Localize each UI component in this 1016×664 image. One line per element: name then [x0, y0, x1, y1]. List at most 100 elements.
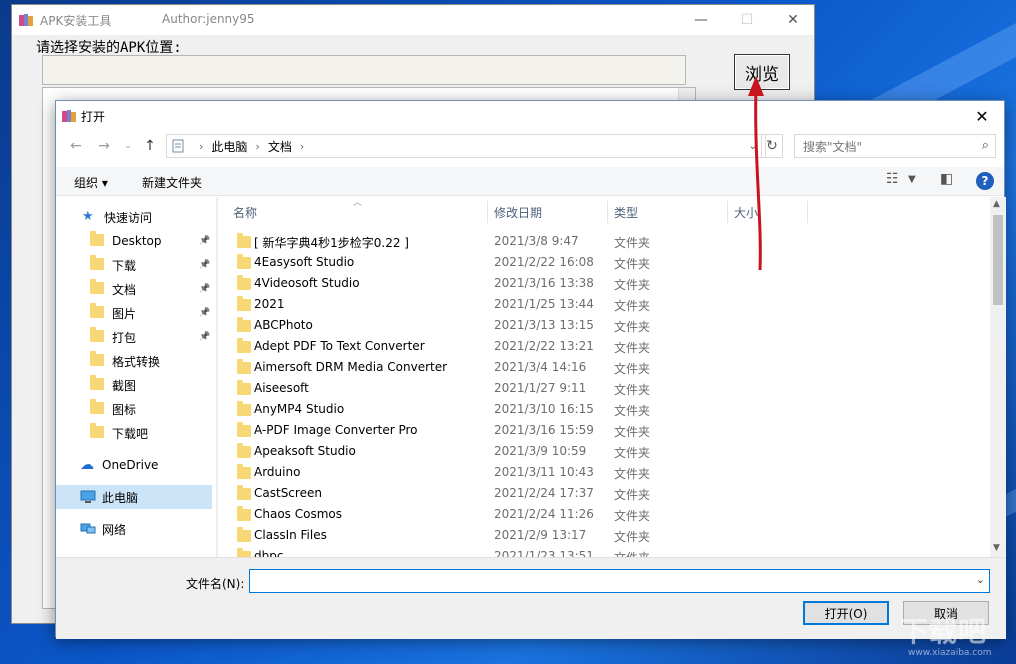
apk-close-button[interactable]: ✕ — [770, 5, 816, 35]
file-row[interactable]: Aimersoft DRM Media Converter 2021/3/4 14… — [218, 357, 988, 378]
apk-path-field[interactable] — [42, 55, 686, 85]
nav-label: 文档 — [112, 282, 137, 297]
annotation-arrow — [748, 76, 764, 271]
file-row[interactable]: Arduino 2021/3/11 10:43 文件夹 — [218, 462, 988, 483]
recent-locations-button[interactable]: ⌄ — [118, 136, 138, 156]
file-date: 2021/2/22 13:21 — [494, 339, 594, 353]
scroll-up-icon[interactable]: ▲ — [993, 199, 1000, 209]
file-row[interactable]: 2021 2021/1/25 13:44 文件夹 — [218, 294, 988, 315]
file-type: 文件夹 — [614, 446, 651, 460]
nav-label: 图标 — [112, 402, 137, 417]
nav-label: OneDrive — [102, 458, 159, 472]
column-header-name[interactable]: 名称 — [218, 201, 488, 223]
folder-icon — [90, 351, 106, 368]
apk-location-prompt: 请选择安装的APK位置: — [36, 40, 182, 56]
pin-icon[interactable]: 📌 — [199, 260, 210, 270]
view-dropdown-icon[interactable]: ▼ — [908, 174, 916, 185]
folder-icon — [237, 338, 251, 353]
folder-icon — [90, 231, 106, 248]
nav-onedrive[interactable]: ☁ OneDrive — [56, 453, 240, 477]
help-icon[interactable]: ? — [976, 172, 994, 190]
folder-icon — [237, 275, 251, 290]
file-name: Aiseesoft — [254, 381, 309, 395]
file-name: Aimersoft DRM Media Converter — [254, 360, 448, 374]
forward-button[interactable]: → — [94, 136, 114, 156]
dialog-close-button[interactable]: ✕ — [960, 101, 1004, 131]
watermark-logo: 下载吧 www.xiazaiba.com — [900, 610, 1012, 662]
file-type: 文件夹 — [614, 404, 651, 418]
folder-icon — [237, 359, 251, 374]
nav-label: 图片 — [112, 306, 137, 321]
star-icon: ★ — [82, 209, 94, 224]
folder-icon — [237, 296, 251, 311]
breadcrumb-documents[interactable]: 文档 — [268, 138, 292, 155]
filename-input[interactable]: ⌄ — [249, 569, 990, 593]
view-options-icon[interactable]: ☷ — [886, 171, 899, 187]
column-header-type[interactable]: 类型 — [608, 201, 728, 223]
arrow-up-icon: ↑ — [144, 138, 156, 154]
maximize-button[interactable]: ☐ — [724, 5, 770, 35]
file-row[interactable]: AnyMP4 Studio 2021/3/10 16:15 文件夹 — [218, 399, 988, 420]
nav-label: 此电脑 — [102, 490, 139, 505]
folder-icon — [237, 506, 251, 521]
nav-label: 打包 — [112, 330, 137, 345]
file-date: 2021/3/8 9:47 — [494, 234, 579, 248]
file-name: ClassIn Files — [254, 528, 327, 542]
breadcrumb-separator-icon: › — [299, 139, 305, 153]
scrollbar-thumb[interactable] — [993, 215, 1003, 305]
new-folder-button[interactable]: 新建文件夹 — [142, 174, 202, 191]
app-icon — [19, 14, 33, 26]
search-box[interactable]: 搜索"文档" ⌕ — [794, 134, 996, 158]
breadcrumb-this-pc[interactable]: 此电脑 — [211, 138, 247, 155]
dialog-titlebar[interactable]: 打开 ✕ — [56, 101, 1004, 131]
file-row[interactable]: dbpc 2021/1/23 13:51 文件夹 — [218, 546, 988, 557]
file-name: Apeaksoft Studio — [254, 444, 356, 458]
app-icon — [62, 110, 76, 122]
open-button[interactable]: 打开(O) — [803, 601, 889, 625]
nav-network[interactable]: 网络 — [56, 517, 240, 541]
pin-icon[interactable]: 📌 — [199, 284, 210, 294]
file-row[interactable]: Aiseesoft 2021/1/27 9:11 文件夹 — [218, 378, 988, 399]
organize-button[interactable]: 组织 ▾ — [74, 174, 108, 191]
file-row[interactable]: ClassIn Files 2021/2/9 13:17 文件夹 — [218, 525, 988, 546]
preview-pane-icon[interactable]: ◧ — [940, 171, 953, 187]
file-type: 文件夹 — [614, 488, 651, 502]
file-row[interactable]: 4Easysoft Studio 2021/2/22 16:08 文件夹 — [218, 252, 988, 273]
file-row[interactable]: Chaos Cosmos 2021/2/24 11:26 文件夹 — [218, 504, 988, 525]
file-date: 2021/1/27 9:11 — [494, 381, 587, 395]
watermark-text: 下载吧 — [900, 615, 988, 648]
file-row[interactable]: A-PDF Image Converter Pro 2021/3/16 15:59… — [218, 420, 988, 441]
folder-icon — [237, 485, 251, 500]
file-row[interactable]: 4Videosoft Studio 2021/3/16 13:38 文件夹 — [218, 273, 988, 294]
apk-titlebar[interactable]: APK安装工具 Author:jenny95 — ☐ ✕ — [12, 5, 814, 35]
file-row[interactable]: ABCPhoto 2021/3/13 13:15 文件夹 — [218, 315, 988, 336]
nav-this-pc[interactable]: 此电脑 — [56, 485, 212, 509]
arrow-left-icon: ← — [70, 138, 82, 154]
file-list-scrollbar[interactable]: ▲ ▼ — [990, 197, 1006, 557]
file-date: 2021/3/13 13:15 — [494, 318, 594, 332]
pin-icon[interactable]: 📌 — [199, 332, 210, 342]
nav-quick-access[interactable]: ★ 快速访问 — [56, 205, 242, 229]
file-row[interactable]: Adept PDF To Text Converter 2021/2/22 13:… — [218, 336, 988, 357]
search-icon: ⌕ — [981, 138, 989, 153]
up-button[interactable]: ↑ — [140, 136, 160, 156]
folder-icon — [90, 423, 106, 440]
back-button[interactable]: ← — [66, 136, 86, 156]
command-bar: 组织 ▾ 新建文件夹 ☷ ▼ ◧ ? — [56, 167, 1004, 196]
file-date: 2021/2/9 13:17 — [494, 528, 587, 542]
file-row[interactable]: [ 新华字典4秒1步检字0.22 ] 2021/3/8 9:47 文件夹 — [218, 231, 988, 252]
pin-icon[interactable]: 📌 — [199, 308, 210, 318]
pin-icon[interactable]: 📌 — [199, 236, 210, 246]
file-name: AnyMP4 Studio — [254, 402, 345, 416]
column-header-date[interactable]: 修改日期 — [488, 201, 608, 223]
filename-label: 文件名(N): — [186, 577, 245, 591]
minimize-button[interactable]: — — [678, 5, 724, 35]
chevron-down-icon[interactable]: ⌄ — [976, 573, 985, 586]
scroll-down-icon[interactable]: ▼ — [993, 543, 1000, 553]
address-bar[interactable]: › 此电脑 › 文档 › ⌄ — [166, 134, 766, 158]
file-type: 文件夹 — [614, 320, 651, 334]
folder-icon — [237, 254, 251, 269]
folder-icon — [237, 233, 251, 248]
file-row[interactable]: CastScreen 2021/2/24 17:37 文件夹 — [218, 483, 988, 504]
file-row[interactable]: Apeaksoft Studio 2021/3/9 10:59 文件夹 — [218, 441, 988, 462]
